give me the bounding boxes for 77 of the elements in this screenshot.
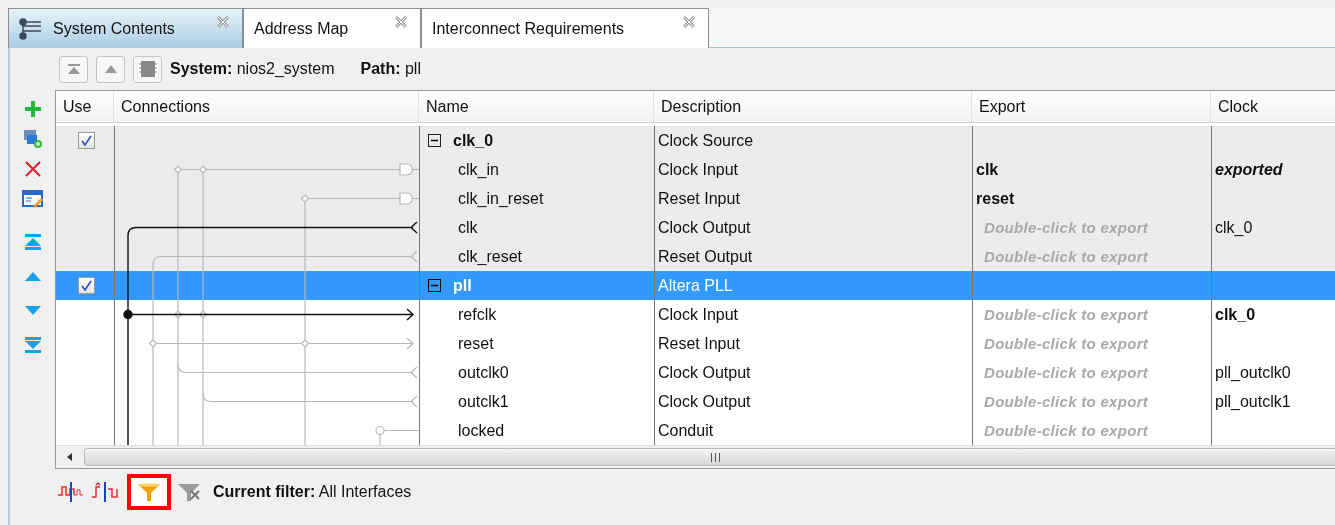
description-text: Clock Output [658,363,751,382]
column-header[interactable]: Connections [114,91,419,122]
interface-name: refclk [457,305,497,324]
path-label: Path: pll [360,60,421,78]
system-button[interactable] [133,55,162,83]
description-text: Reset Input [658,334,740,353]
remove-icon[interactable] [23,160,42,178]
export-hint: Double-click to export [983,248,1149,265]
collapse-icon[interactable] [428,134,441,147]
move-top-icon[interactable] [23,234,42,250]
chip-icon [137,59,158,79]
interface-name: clk [457,218,478,237]
clock-text: clk_0 [1215,305,1256,324]
use-checkbox[interactable] [78,132,95,149]
scrollbar-thumb[interactable] [84,448,1335,466]
tab[interactable]: System Contents [8,8,243,48]
interface-name: outclk1 [457,392,509,411]
connections-drawing[interactable] [115,126,420,445]
interface-name: locked [457,421,505,440]
clock-text: clk_0 [1215,218,1253,237]
column-header[interactable]: Name [419,91,654,122]
interface-name: clk_reset [457,247,523,266]
export-name: reset [976,189,1015,208]
interface-name: outclk0 [457,363,509,382]
move-top-icon [67,63,80,75]
export-hint: Double-click to export [983,219,1149,236]
description-text: Clock Input [658,305,739,324]
close-icon[interactable] [682,15,696,29]
description-text: Clock Output [658,218,751,237]
interface-name: clk_in_reset [457,189,544,208]
add-icon[interactable] [23,100,42,118]
filter-button[interactable] [127,474,171,510]
clock-text: pll_outclk0 [1215,363,1291,382]
system-label: System: nios2_system [170,60,335,78]
tab[interactable]: Interconnect Requirements [421,8,709,48]
current-filter-text: Current filter: All Interfaces [213,483,412,501]
export-hint: Double-click to export [983,335,1149,352]
interface-name: clk_in [457,160,499,179]
column-header[interactable]: Use [56,91,114,122]
module-name: clk_0 [453,131,494,150]
interface-name: reset [457,334,494,353]
close-icon[interactable] [216,15,230,29]
move-up-icon[interactable] [23,271,42,283]
filter-icon [137,482,161,502]
use-checkbox[interactable] [78,277,95,294]
signal-icon[interactable] [91,481,121,503]
description-text: Conduit [658,421,714,440]
description-text: Clock Source [658,131,754,150]
grip-icon [709,452,721,462]
up-button[interactable] [96,55,125,83]
move-bottom-icon[interactable] [23,337,42,353]
column-header[interactable]: Clock [1211,91,1335,122]
table-cell [56,242,114,271]
close-icon[interactable] [394,15,408,29]
description-text: Altera PLL [658,276,733,295]
collapse-icon[interactable] [428,279,441,292]
add-component-icon[interactable] [22,129,43,149]
column-header[interactable]: Export [972,91,1211,122]
description-text: Clock Input [658,160,739,179]
description-text: Reset Output [658,247,753,266]
description-text: Clock Output [658,392,751,411]
top-level-button[interactable] [59,55,88,83]
export-name: clk [976,160,999,179]
export-hint: Double-click to export [983,422,1149,439]
column-header[interactable]: Description [654,91,972,122]
move-down-icon[interactable] [23,304,42,316]
export-hint: Double-click to export [983,306,1149,323]
tab[interactable]: Address Map [243,8,421,48]
clock-text: exported [1215,160,1283,179]
up-icon [104,65,117,73]
export-hint: Double-click to export [983,364,1149,381]
edit-icon[interactable] [21,189,44,209]
module-name: pll [453,276,472,295]
clear-filter-icon[interactable] [177,481,203,503]
description-text: Reset Input [658,189,740,208]
clock-text: pll_outclk1 [1215,392,1291,411]
export-hint: Double-click to export [983,393,1149,410]
